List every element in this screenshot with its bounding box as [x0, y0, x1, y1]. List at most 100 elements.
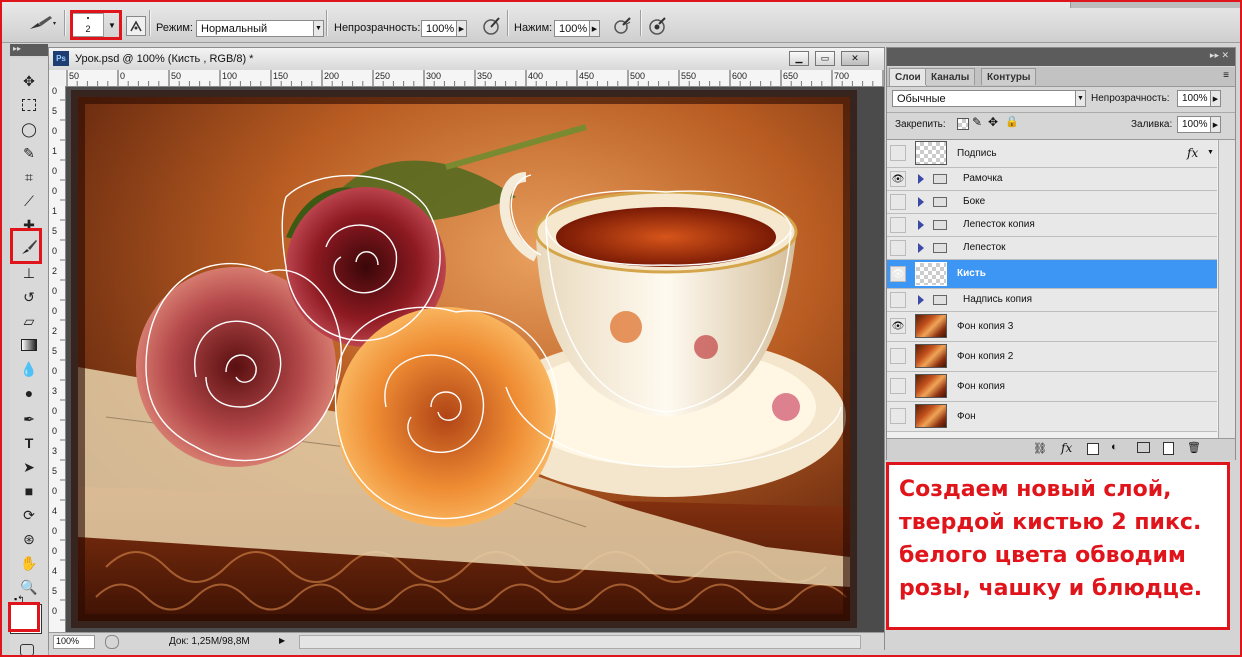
move-tool-icon[interactable]: ✥: [10, 70, 48, 92]
quick-mask-icon[interactable]: [20, 644, 34, 656]
restore-icon[interactable]: ▭: [815, 51, 835, 66]
tab-paths[interactable]: Контуры: [981, 68, 1037, 85]
brush-tool-preset-icon[interactable]: [28, 14, 56, 32]
ruler-label: 5: [52, 466, 57, 476]
add-style-icon[interactable]: fx: [1061, 441, 1072, 455]
link-layers-icon[interactable]: ⛓: [1033, 442, 1047, 455]
marquee-tool-icon[interactable]: [10, 94, 48, 116]
dodge-tool-icon[interactable]: ●: [10, 382, 48, 404]
lock-all-icon[interactable]: 🔒: [1005, 115, 1019, 128]
fill-input[interactable]: 100% ▶: [1177, 116, 1221, 133]
layer-row[interactable]: Фон копия: [887, 372, 1217, 402]
gradient-tool-icon[interactable]: [10, 334, 48, 356]
ruler-origin[interactable]: [49, 70, 66, 87]
eraser-tool-icon[interactable]: ▱: [10, 310, 48, 332]
ruler-label: 3: [52, 446, 57, 456]
crop-tool-icon[interactable]: ⌗: [10, 166, 48, 188]
visibility-toggle[interactable]: [890, 145, 906, 161]
chevron-right-icon[interactable]: ▶: [279, 636, 285, 645]
add-mask-icon[interactable]: [1087, 443, 1099, 455]
adjustment-layer-icon[interactable]: ◐: [1111, 441, 1118, 453]
blur-tool-icon[interactable]: 💧: [10, 358, 48, 380]
layer-row[interactable]: Подпись fx ▼: [887, 140, 1217, 168]
layer-row[interactable]: Фон копия 2: [887, 342, 1217, 372]
ruler-label: 5: [52, 226, 57, 236]
status-options-icon[interactable]: [105, 635, 119, 649]
layer-name: Фон копия 3: [957, 321, 1014, 332]
vertical-scrollbar[interactable]: [1218, 140, 1235, 438]
chevron-down-icon[interactable]: ▼: [1207, 149, 1214, 156]
toolbox-header[interactable]: ▸▸: [10, 44, 48, 56]
blend-mode-select[interactable]: Обычные ▼: [892, 90, 1086, 107]
mode-select[interactable]: Нормальный ▼: [196, 20, 324, 37]
eye-icon[interactable]: 👁: [890, 171, 906, 187]
new-layer-icon[interactable]: [1163, 442, 1174, 455]
layer-group-row[interactable]: Лепесток копия: [887, 214, 1217, 237]
expand-icon[interactable]: [918, 295, 924, 305]
brush-tool-highlight: [10, 228, 42, 264]
lock-pixels-icon[interactable]: ✎: [972, 115, 982, 129]
panel-header[interactable]: ▸▸ ✕: [887, 48, 1235, 66]
fx-badge[interactable]: fx: [1187, 146, 1198, 160]
chevron-right-icon: ▶: [1211, 116, 1221, 133]
layer-group-row[interactable]: Надпись копия: [887, 289, 1217, 312]
lasso-tool-icon[interactable]: ◯: [10, 118, 48, 140]
layer-row-selected[interactable]: 👁 Кисть: [887, 260, 1217, 289]
layer-group-row[interactable]: Лепесток: [887, 237, 1217, 260]
layer-name: Лепесток копия: [963, 219, 1035, 230]
visibility-toggle[interactable]: [890, 194, 906, 210]
document-title-bar[interactable]: Ps Урок.psd @ 100% (Кисть , RGB/8) * ▁ ▭…: [49, 48, 884, 71]
expand-icon[interactable]: [918, 174, 924, 184]
3d-rotate-tool-icon[interactable]: ⟳: [10, 504, 48, 526]
pressure-size-icon[interactable]: [648, 16, 668, 36]
expand-icon[interactable]: [918, 197, 924, 207]
collapse-icon[interactable]: ▸▸ ✕: [1210, 50, 1229, 61]
visibility-toggle[interactable]: [890, 240, 906, 256]
trash-icon[interactable]: 🗑: [1187, 441, 1201, 454]
expand-icon[interactable]: [918, 243, 924, 253]
pen-tool-icon[interactable]: ✒: [10, 408, 48, 430]
expand-icon[interactable]: [918, 220, 924, 230]
lock-transparency-icon[interactable]: [957, 118, 969, 130]
close-icon[interactable]: ✕: [841, 51, 869, 66]
brush-panel-toggle-icon[interactable]: [126, 16, 146, 36]
history-brush-tool-icon[interactable]: ↺: [10, 286, 48, 308]
toolbox: ✥ ◯ ✎ ⌗ ⟋ ✚ ⊥ ↺ ▱ 💧 ● ✒ T ➤ ■ ⟳ ⊛ ✋ 🔍 ▪↰: [10, 58, 49, 657]
horizontal-scrollbar[interactable]: [299, 635, 861, 649]
shape-tool-icon[interactable]: ■: [10, 480, 48, 502]
ruler-label: 0: [120, 71, 125, 81]
visibility-toggle[interactable]: [890, 217, 906, 233]
eye-icon[interactable]: 👁: [890, 318, 906, 334]
new-group-icon[interactable]: [1137, 442, 1150, 453]
lock-position-icon[interactable]: ✥: [988, 115, 998, 129]
zoom-input[interactable]: 100%: [53, 635, 95, 649]
ruler-label: 0: [52, 86, 57, 96]
path-selection-tool-icon[interactable]: ➤: [10, 456, 48, 478]
tab-layers[interactable]: Слои: [889, 68, 927, 86]
layer-opacity-input[interactable]: 100% ▶: [1177, 90, 1221, 107]
airbrush-icon[interactable]: [613, 16, 633, 36]
workspace-switcher[interactable]: [1070, 2, 1241, 8]
tab-channels[interactable]: Каналы: [925, 68, 976, 85]
visibility-toggle[interactable]: [890, 292, 906, 308]
visibility-toggle[interactable]: [890, 378, 906, 394]
eye-icon[interactable]: 👁: [890, 266, 906, 282]
type-tool-icon[interactable]: T: [10, 432, 48, 454]
quick-selection-tool-icon[interactable]: ✎: [10, 142, 48, 164]
minimize-icon[interactable]: ▁: [789, 51, 809, 66]
opacity-input[interactable]: 100% ▶: [421, 20, 467, 37]
3d-orbit-tool-icon[interactable]: ⊛: [10, 528, 48, 550]
layer-group-row[interactable]: Боке: [887, 191, 1217, 214]
canvas-area[interactable]: [66, 87, 884, 632]
eyedropper-tool-icon[interactable]: ⟋: [10, 190, 48, 212]
flow-input[interactable]: 100% ▶: [554, 20, 600, 37]
hand-tool-icon[interactable]: ✋: [10, 552, 48, 574]
visibility-toggle[interactable]: [890, 348, 906, 364]
visibility-toggle[interactable]: [890, 408, 906, 424]
layer-group-row[interactable]: 👁 Рамочка: [887, 168, 1217, 191]
pressure-opacity-icon[interactable]: [482, 16, 502, 36]
layer-row[interactable]: Фон: [887, 402, 1217, 432]
panel-menu-icon[interactable]: ≡: [1223, 70, 1229, 81]
clone-stamp-tool-icon[interactable]: ⊥: [10, 262, 48, 284]
layer-row[interactable]: 👁 Фон копия 3: [887, 312, 1217, 342]
